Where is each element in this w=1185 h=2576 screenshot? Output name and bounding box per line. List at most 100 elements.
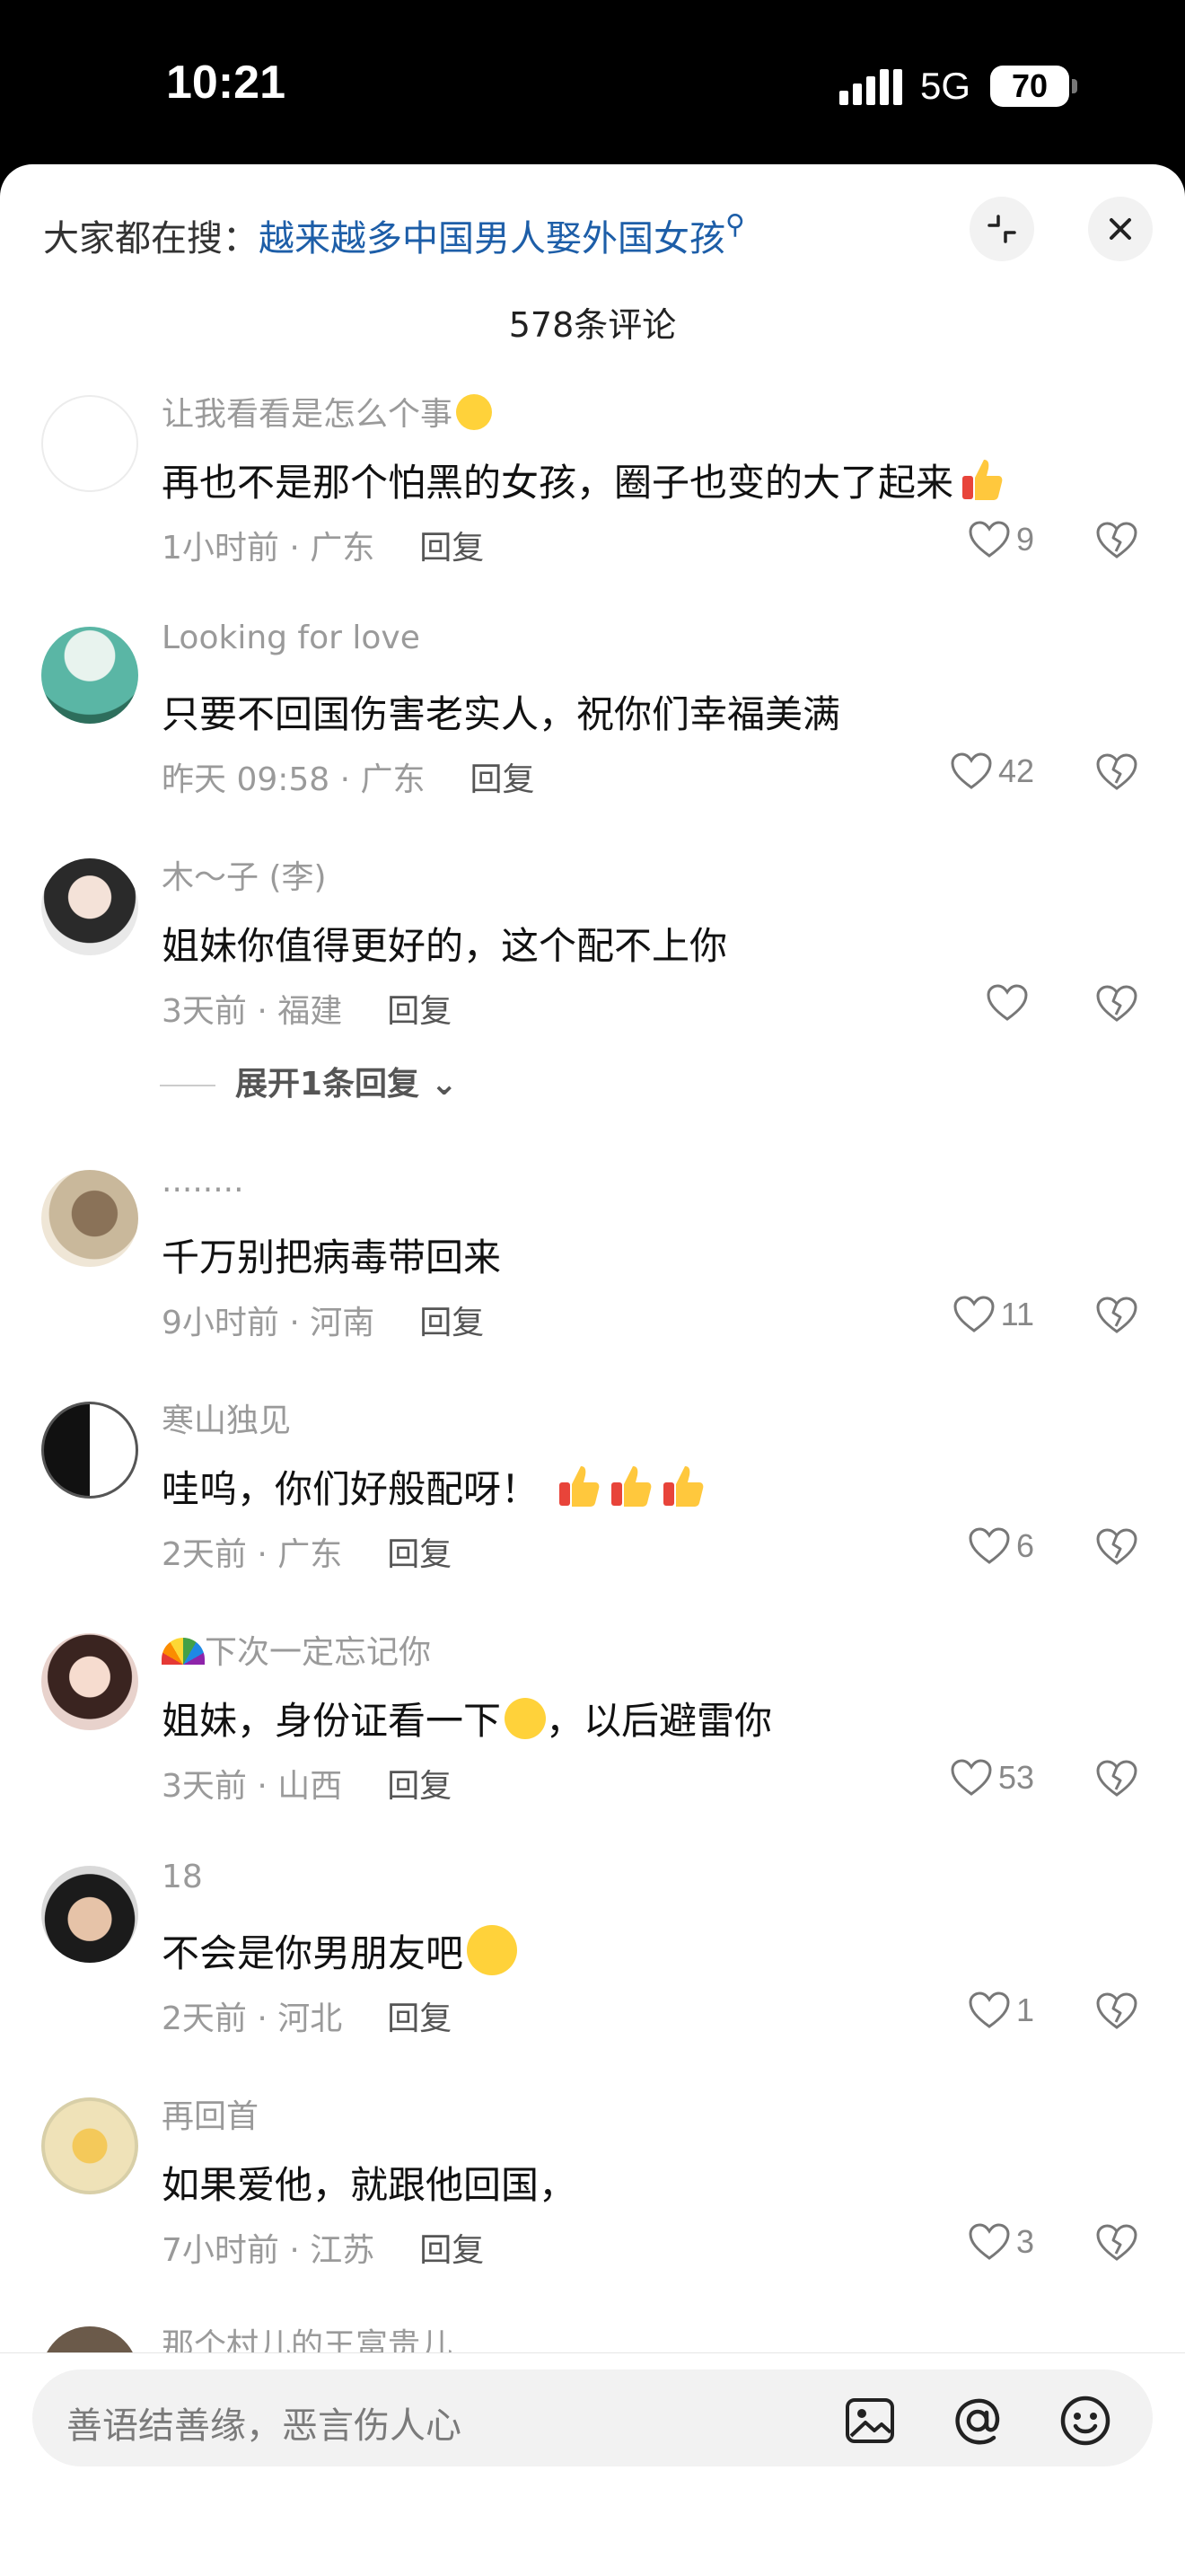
image-icon[interactable] [842,2393,898,2449]
reply-button[interactable]: 回复 [387,2000,452,2037]
flushed-face-icon [467,1925,518,1975]
comment-time: 2天前 · 广东 [162,1536,343,1573]
like-button[interactable]: 9 [968,517,1034,562]
like-button[interactable] [986,980,1034,1025]
broken-heart-icon[interactable] [1095,1990,1138,2033]
comment-username[interactable]: 寒山独见 [162,1394,291,1441]
like-button[interactable]: 1 [968,1988,1034,2033]
close-icon [1110,218,1131,240]
comment-time: 9小时前 · 河南 [162,1305,375,1341]
heart-icon [987,984,1028,1021]
comment-text: 姐妹你值得更好的，这个配不上你 [162,924,728,968]
collapse-icon [988,215,1016,243]
like-count: 6 [1015,1527,1034,1564]
comment-username[interactable]: ........ [162,1163,244,1200]
thumbs-up-icon [611,1466,652,1507]
input-placeholder: 善语结善缘，恶言伤人心 [66,2405,461,2447]
comment-username[interactable]: 下次一定忘记你 [162,1626,431,1673]
comment-time: 3天前 · 福建 [162,993,343,1030]
like-count: 42 [997,752,1034,789]
comment-meta: 3天前 · 山西 回复 [162,1760,452,1807]
comment-input[interactable]: 善语结善缘，恶言伤人心 [32,2369,1153,2466]
comment-meta: 昨天 09:58 · 广东 回复 [162,753,535,800]
comment-time: 1小时前 · 广东 [162,530,375,567]
emoji-icon[interactable] [1058,2393,1113,2449]
broken-heart-icon[interactable] [1095,982,1138,1025]
heart-icon [969,1527,1010,1564]
comment-text: 不会是你男朋友吧 [162,1923,518,1978]
reply-button[interactable]: 回复 [387,993,452,1030]
like-count: 1 [1015,1991,1034,2028]
avatar[interactable] [41,395,138,492]
comment-text: 姐妹，身份证看一下 ，以后避雷你 [162,1698,773,1743]
avatar[interactable] [41,627,138,724]
comment-meta: 1小时前 · 广东 回复 [162,522,484,568]
broken-heart-icon[interactable] [1095,1294,1138,1337]
heart-icon [953,1296,995,1332]
comment-username[interactable]: 木～子 (李) [162,851,327,898]
comment-text: 如果爱他，就跟他回国， [162,2163,577,2207]
comment-username[interactable]: 18 [162,1859,203,1895]
search-prefix: 大家都在搜： [43,218,259,259]
heart-icon [969,2223,1010,2260]
comment-time: 7小时前 · 江苏 [162,2232,375,2269]
search-icon: ⚲ [725,209,745,241]
comment-time: 2天前 · 河北 [162,2000,343,2037]
comment-username[interactable]: Looking for love [162,620,420,656]
avatar[interactable] [41,1866,138,1963]
thumbs-up-icon [559,1466,600,1507]
reply-button[interactable]: 回复 [470,761,535,798]
avatar[interactable] [41,1170,138,1267]
battery-tip [1072,79,1077,93]
reply-button[interactable]: 回复 [419,530,484,567]
heart-icon [951,1759,992,1796]
rainbow-icon [162,1638,205,1665]
comment-meta: 2天前 · 河北 回复 [162,1992,452,2039]
comment-text: 哇呜，你们好般配呀！ [162,1459,707,1514]
thinking-face-icon [456,394,493,430]
comment-time: 3天前 · 山西 [162,1768,343,1805]
search-query-link[interactable]: 越来越多中国男人娶外国女孩 [259,218,725,259]
comment-username[interactable]: 让我看看是怎么个事 [162,388,493,435]
network-type: 5G [920,65,971,107]
like-button[interactable]: 53 [950,1755,1034,1800]
search-suggestion[interactable]: 大家都在搜：越来越多中国男人娶外国女孩⚲ [43,209,745,261]
comment-username[interactable]: 再回首 [162,2090,259,2137]
broken-heart-icon[interactable] [1095,1757,1138,1800]
avatar[interactable] [41,858,138,955]
expand-replies-button[interactable]: 展开1条回复 ⌄ [160,1058,458,1104]
broken-heart-icon[interactable] [1095,519,1138,562]
comment-time: 昨天 09:58 · 广东 [162,761,426,798]
avatar[interactable] [41,1402,138,1499]
like-count: 53 [997,1759,1034,1796]
reply-button[interactable]: 回复 [387,1536,452,1573]
like-button[interactable]: 6 [968,1524,1034,1569]
comment-meta: 9小时前 · 河南 回复 [162,1297,484,1343]
comment-text: 千万别把病毒带回来 [162,1235,502,1279]
comment-meta: 2天前 · 广东 回复 [162,1528,452,1575]
reply-button[interactable]: 回复 [419,2232,484,2269]
reply-button[interactable]: 回复 [419,1305,484,1341]
mention-icon[interactable] [950,2393,1005,2449]
comments-sheet: 大家都在搜：越来越多中国男人娶外国女孩⚲ 578条评论 让我看看是怎么个事 再也… [0,164,1185,2576]
like-button[interactable]: 42 [950,749,1034,794]
like-count: 3 [1015,2223,1034,2260]
chevron-down-icon: ⌄ [430,1066,458,1103]
avatar[interactable] [41,2097,138,2194]
broken-heart-icon[interactable] [1095,2221,1138,2264]
broken-heart-icon[interactable] [1095,751,1138,794]
comment-input-bar: 善语结善缘，恶言伤人心 [0,2352,1185,2576]
grinning-face-icon [505,1698,547,1739]
like-count: 11 [1000,1296,1034,1332]
like-button[interactable]: 11 [952,1292,1034,1337]
thumbs-up-icon [962,460,1003,500]
broken-heart-icon[interactable] [1095,1525,1138,1569]
comment-meta: 7小时前 · 江苏 回复 [162,2224,484,2271]
avatar[interactable] [41,1633,138,1730]
like-button[interactable]: 3 [968,2220,1034,2264]
collapse-button[interactable] [970,197,1034,261]
comment-text: 只要不回国伤害老实人，祝你们幸福美满 [162,692,841,736]
reply-button[interactable]: 回复 [387,1768,452,1805]
close-button[interactable] [1088,197,1153,261]
heart-icon [969,1991,1010,2028]
